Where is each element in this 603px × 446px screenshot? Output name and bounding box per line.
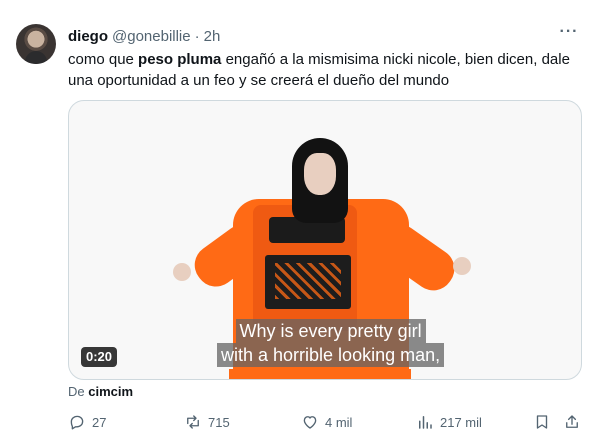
repost-count: 715 [208,414,230,430]
tweet-text-part: como que [68,51,139,68]
tweet-header: diego @gonebillie · 2h [68,26,220,46]
like-button[interactable]: 4 mil [301,413,352,431]
tweet-text: como que peso pluma engañó a la mismisim… [68,49,588,91]
orange-pants [229,369,411,379]
tweet-card[interactable]: diego @gonebillie · 2h ··· como que peso… [0,0,603,446]
bookmark-icon [536,415,548,429]
shirt-print-bottom [265,255,351,309]
video-duration-badge: 0:20 [81,347,118,367]
tweet-text-bold: peso pluma [138,51,222,68]
separator-dot: · [194,27,200,45]
hand-right [453,257,471,275]
timestamp[interactable]: 2h [204,28,221,45]
heart-icon [303,416,317,429]
face [304,153,336,195]
repost-button[interactable]: 715 [184,413,230,431]
views-icon [419,416,432,429]
views-button[interactable]: 217 mil [416,413,482,431]
author-name[interactable]: diego [68,28,108,45]
attribution-source[interactable]: cimcim [88,384,133,399]
author-handle[interactable]: @gonebillie [112,28,191,45]
more-icon[interactable]: ··· [557,24,581,45]
hand-left [173,263,191,281]
repost-icon [187,415,199,429]
like-count: 4 mil [325,414,353,430]
avatar[interactable] [16,24,56,64]
media-attribution: De cimcim [68,384,133,399]
reply-icon [70,415,84,430]
reply-button[interactable]: 27 [68,413,106,431]
subtitle-line-2: with a horrible looking man, [217,343,445,367]
video-player[interactable]: Why is every pretty girl with a horrible… [68,100,582,380]
share-icon [566,415,578,428]
attribution-prefix: De [68,384,89,399]
subtitle-line-1: Why is every pretty girl [235,319,426,343]
tweet-actions: 27 715 4 mil 217 mil [68,413,588,433]
bookmark-button[interactable] [533,413,551,431]
video-subtitles: Why is every pretty girl with a horrible… [217,319,445,367]
view-count: 217 mil [440,414,482,430]
share-button[interactable] [563,413,581,431]
reply-count: 27 [92,414,107,430]
